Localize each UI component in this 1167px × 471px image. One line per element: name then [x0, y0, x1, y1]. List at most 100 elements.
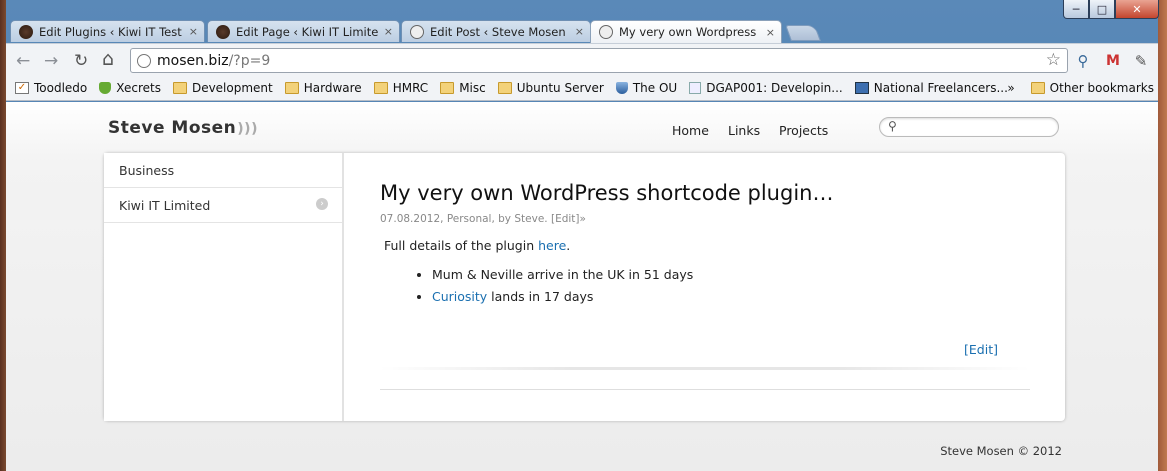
tab-edit-post[interactable]: Edit Post ‹ Steve Mosen — × — [401, 20, 591, 42]
post-title[interactable]: My very own WordPress shortcode plugin… — [380, 181, 1030, 205]
tab-close-icon[interactable]: × — [575, 25, 584, 38]
post-body-text-end: . — [566, 238, 571, 253]
content-box: Business Kiwi IT Limited › My very own W… — [104, 153, 1065, 421]
bookmark-label: Other bookmarks — [1049, 81, 1154, 95]
nav-projects-link[interactable]: Projects — [779, 123, 828, 138]
bookmark-the-ou[interactable]: The OU — [615, 81, 678, 95]
bookmark-label: The OU — [632, 81, 678, 95]
search-icon: ⚲ — [888, 119, 897, 133]
bookmark-label: National Freelancers... — [873, 81, 1008, 95]
tab-close-icon[interactable]: × — [766, 26, 775, 39]
tab-edit-page[interactable]: Edit Page ‹ Kiwi IT Limited × — [207, 20, 400, 42]
close-window-button[interactable]: ✕ — [1115, 0, 1159, 19]
bookmark-label: Hardware — [303, 81, 362, 95]
bookmark-label: DGAP001: Developin... — [706, 81, 843, 95]
post-body-text: Full details of the plugin — [384, 238, 539, 253]
search-input[interactable]: ⚲ — [879, 117, 1059, 137]
tab-strip: Edit Plugins ‹ Kiwi IT Test S × Edit Pag… — [6, 20, 1158, 43]
bookmarks-overflow-chevron-icon[interactable]: » — [1007, 81, 1014, 95]
kiwi-favicon-icon — [19, 24, 33, 39]
post-edit-link[interactable]: [Edit] — [964, 342, 998, 357]
post-date: 07.08.2012 — [380, 213, 441, 225]
bookmark-star-icon[interactable]: ☆ — [1046, 50, 1061, 70]
tab-close-icon[interactable]: × — [384, 25, 393, 38]
sidebar: Business Kiwi IT Limited › — [104, 153, 344, 421]
post-author: by Steve. — [498, 213, 548, 225]
divider — [380, 367, 1030, 370]
post-category-link[interactable]: Personal — [447, 213, 492, 225]
bookmark-label: Xecrets — [116, 81, 161, 95]
curiosity-link[interactable]: Curiosity — [432, 289, 487, 304]
back-button[interactable]: ← — [16, 51, 30, 71]
bookmark-folder-development[interactable]: Development — [172, 81, 273, 95]
ou-shield-icon — [615, 82, 628, 94]
home-button[interactable]: ⌂ — [102, 48, 114, 70]
folder-icon — [172, 82, 187, 94]
bookmark-national-freelancers[interactable]: National Freelancers... — [854, 81, 1008, 95]
bookmark-label: HMRC — [392, 81, 429, 95]
site-logo[interactable]: Steve Mosen))) — [108, 118, 258, 138]
sidebar-item-business[interactable]: Business — [104, 153, 342, 188]
reload-button[interactable]: ↻ — [74, 51, 88, 71]
nf-icon — [854, 82, 869, 94]
folder-icon — [373, 82, 388, 94]
tab-title: My very own Wordpress sh — [619, 25, 760, 39]
bookmark-toodledo[interactable]: ✓ Toodledo — [15, 81, 87, 95]
bookmark-label: Ubuntu Server — [516, 81, 604, 95]
key-extension-icon[interactable]: ⚲ — [1072, 50, 1094, 72]
minimize-button[interactable]: ─ — [1063, 0, 1089, 19]
page-icon — [689, 82, 702, 94]
shield-icon — [99, 82, 112, 94]
web-page: Steve Mosen))) Home Links Projects ⚲ Bus… — [6, 102, 1158, 471]
wrench-icon[interactable]: ✎ — [1130, 50, 1152, 72]
sidebar-item-kiwi-it-limited[interactable]: Kiwi IT Limited › — [104, 188, 342, 223]
nav-home-link[interactable]: Home — [672, 123, 709, 138]
globe-icon — [599, 25, 613, 39]
globe-icon — [410, 24, 424, 39]
list-item: Mum & Neville arrive in the UK in 51 day… — [432, 267, 1030, 282]
divider — [380, 389, 1030, 390]
bookmark-dgap001[interactable]: DGAP001: Developin... — [689, 81, 843, 95]
edit-link-text: Edit — [968, 342, 994, 357]
bookmarks-bar: ✓ Toodledo Xecrets Development Hardware … — [6, 76, 1158, 101]
kiwi-favicon-icon — [216, 24, 230, 39]
bookmark-folder-hmrc[interactable]: HMRC — [373, 81, 429, 95]
rss-icon[interactable]: ))) — [237, 121, 258, 137]
sidebar-item-label: Kiwi IT Limited — [119, 197, 211, 213]
tab-close-icon[interactable]: × — [189, 25, 198, 38]
maximize-button[interactable]: □ — [1089, 0, 1115, 19]
list-item: Curiosity lands in 17 days — [432, 289, 1030, 304]
bookmark-label: Development — [191, 81, 273, 95]
bookmark-label: Misc — [459, 81, 486, 95]
bookmark-xecrets[interactable]: Xecrets — [99, 81, 161, 95]
tab-title: Edit Page ‹ Kiwi IT Limited — [236, 24, 378, 39]
new-tab-button[interactable] — [785, 25, 821, 41]
checkbox-icon: ✓ — [15, 82, 29, 94]
bookmark-label: Toodledo — [34, 81, 88, 95]
bookmark-folder-ubuntu-server[interactable]: Ubuntu Server — [497, 81, 604, 95]
post-body: Full details of the plugin here. — [380, 238, 1030, 253]
post-edit-meta-link[interactable]: [Edit]» — [551, 213, 586, 225]
browser-toolbar: ← → ↻ ⌂ mosen.biz/?p=9 ☆ ⚲ M ✎ — [6, 43, 1158, 76]
post-meta: 07.08.2012, Personal, by Steve. [Edit]» — [380, 213, 586, 225]
post: My very own WordPress shortcode plugin… … — [380, 181, 1030, 311]
plugin-details-link[interactable]: here — [538, 238, 566, 253]
address-bar[interactable]: mosen.biz/?p=9 ☆ — [130, 48, 1068, 73]
site-logo-text: Steve Mosen — [108, 118, 237, 138]
window-controls: ─ □ ✕ — [1063, 0, 1159, 20]
globe-icon — [137, 53, 151, 68]
url-host: mosen.biz — [157, 52, 229, 69]
tab-edit-plugins[interactable]: Edit Plugins ‹ Kiwi IT Test S × — [10, 20, 205, 42]
folder-icon — [1030, 82, 1045, 94]
gmail-icon[interactable]: M — [1102, 50, 1124, 72]
folder-icon — [497, 82, 512, 94]
folder-icon — [284, 82, 299, 94]
forward-button[interactable]: → — [44, 51, 58, 71]
tab-current-post[interactable]: My very own Wordpress sh × — [590, 20, 782, 43]
list-item-text: lands in 17 days — [487, 289, 594, 304]
sidebar-item-label: Business — [119, 162, 175, 178]
bookmark-folder-misc[interactable]: Misc — [440, 81, 486, 95]
bookmark-folder-hardware[interactable]: Hardware — [284, 81, 362, 95]
bookmark-other-folder[interactable]: Other bookmarks — [1030, 81, 1154, 95]
nav-links-link[interactable]: Links — [728, 123, 760, 138]
